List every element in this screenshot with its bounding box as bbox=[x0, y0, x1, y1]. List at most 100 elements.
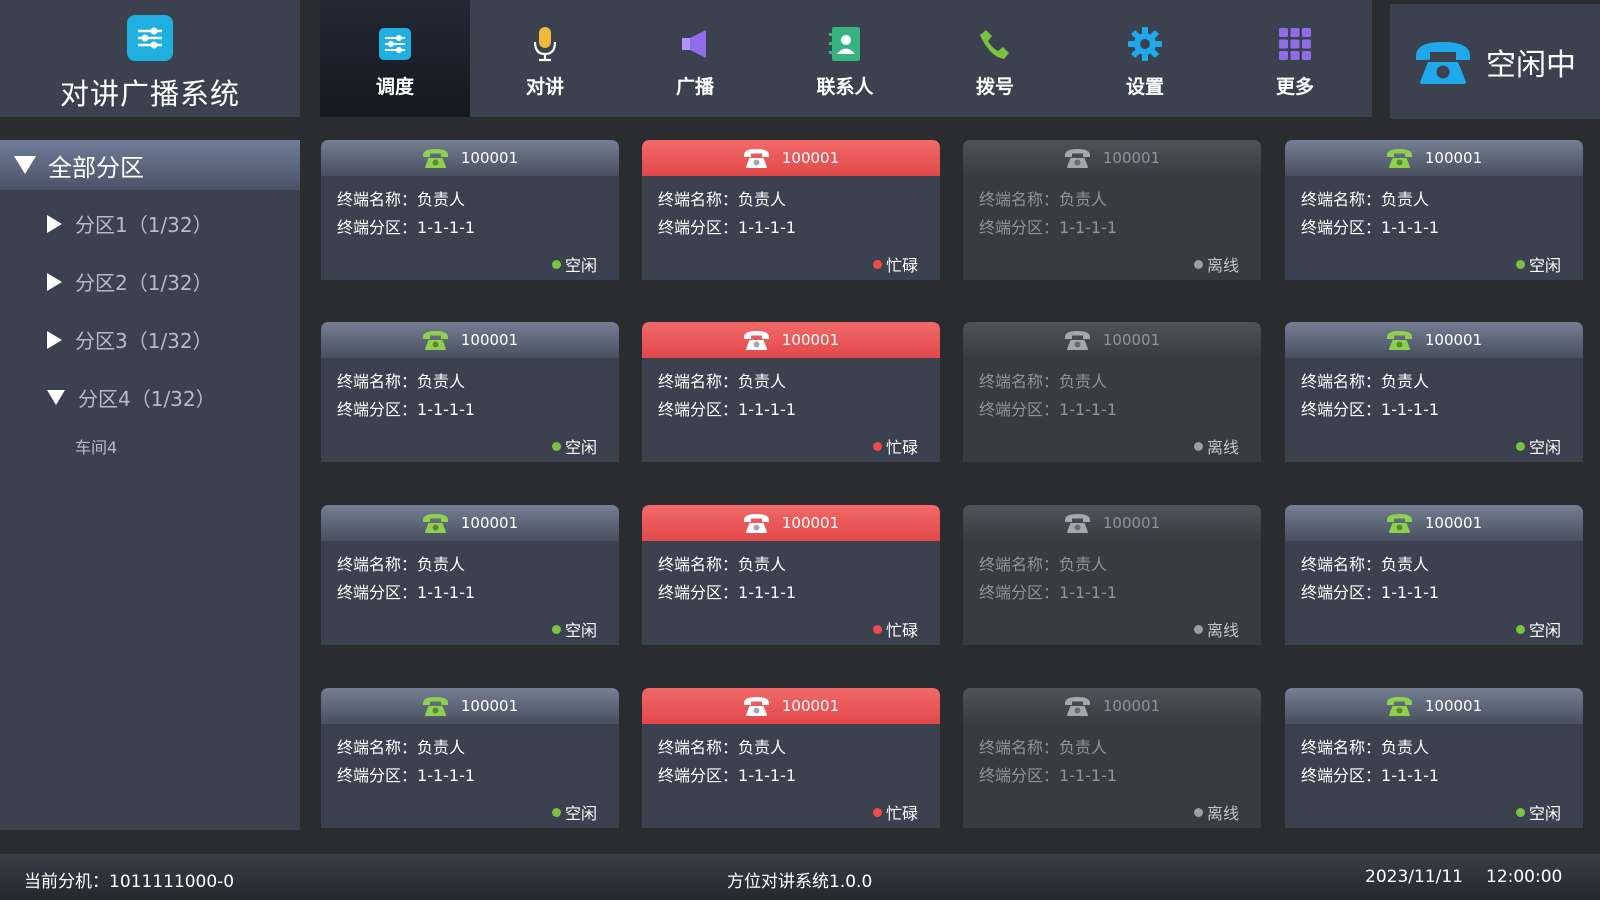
status-text: 空闲中 bbox=[1486, 47, 1576, 83]
terminal-zone-value: 1-1-1-1 bbox=[1059, 400, 1118, 419]
terminal-status: 空闲 bbox=[1515, 434, 1561, 458]
gear-icon bbox=[1125, 24, 1165, 64]
terminal-id: 100001 bbox=[460, 149, 519, 167]
telephone-icon bbox=[1064, 697, 1090, 716]
terminal-card[interactable]: 100001 终端名称：负责人 终端分区：1-1-1-1 忙碌 bbox=[642, 322, 940, 462]
terminal-card[interactable]: 100001 终端名称：负责人 终端分区：1-1-1-1 空闲 bbox=[1285, 505, 1583, 645]
terminal-zone-prefix: 终端分区： bbox=[1301, 218, 1382, 237]
status-dot-icon bbox=[551, 807, 561, 817]
terminal-name-value: 负责人 bbox=[1059, 190, 1108, 209]
telephone-icon bbox=[1064, 149, 1090, 168]
status-dot-icon bbox=[1193, 441, 1203, 451]
terminal-card[interactable]: 100001 终端名称：负责人 终端分区：1-1-1-1 空闲 bbox=[321, 140, 619, 280]
terminal-status: 离线 bbox=[1193, 800, 1239, 824]
terminal-zone-prefix: 终端分区： bbox=[1301, 766, 1382, 785]
terminal-zone-prefix: 终端分区： bbox=[337, 583, 418, 602]
terminal-name: 终端名称：负责人 bbox=[658, 186, 786, 210]
terminal-id: 100001 bbox=[1102, 149, 1161, 167]
speaker-icon bbox=[675, 24, 715, 64]
terminal-name-prefix: 终端名称： bbox=[658, 372, 739, 391]
terminal-card-header: 100001 bbox=[1285, 322, 1583, 358]
top-nav: 调度 对讲 广播 联系人 拨号 设置 更多 bbox=[320, 0, 1372, 117]
terminal-zone-prefix: 终端分区： bbox=[337, 218, 418, 237]
terminal-id: 100001 bbox=[1424, 697, 1483, 715]
terminal-name-value: 负责人 bbox=[417, 555, 466, 574]
zone-label: 分区1（1/32） bbox=[75, 213, 213, 237]
all-zones-header[interactable]: 全部分区 bbox=[0, 140, 300, 190]
nav-item-dial[interactable]: 拨号 bbox=[920, 0, 1070, 117]
terminal-card-header: 100001 bbox=[321, 322, 619, 358]
terminal-card[interactable]: 100001 终端名称：负责人 终端分区：1-1-1-1 空闲 bbox=[321, 688, 619, 828]
terminal-card[interactable]: 100001 终端名称：负责人终端分区：1-1-1-1 离线 bbox=[963, 140, 1261, 280]
dispatch-icon bbox=[375, 24, 415, 64]
terminal-id: 100001 bbox=[460, 514, 519, 532]
terminal-card-header: 100001 bbox=[963, 322, 1261, 358]
sidebar-item-zone3[interactable]: 分区3（1/32） bbox=[47, 325, 213, 354]
terminal-name: 终端名称：负责人 bbox=[658, 368, 786, 392]
terminal-card-header: 100001 bbox=[1285, 688, 1583, 724]
nav-item-intercom[interactable]: 对讲 bbox=[470, 0, 620, 117]
nav-item-more[interactable]: 更多 bbox=[1220, 0, 1370, 117]
terminal-name: 终端名称：负责人 bbox=[1301, 734, 1429, 758]
terminal-card[interactable]: 100001 终端名称：负责人 终端分区：1-1-1-1 离线 bbox=[963, 322, 1261, 462]
nav-item-broadcast[interactable]: 广播 bbox=[620, 0, 770, 117]
terminal-name: 终端名称：负责人 bbox=[337, 186, 465, 210]
terminal-zone-value: 1-1-1-1 bbox=[1381, 583, 1440, 602]
terminal-name-prefix: 终端名称： bbox=[337, 372, 418, 391]
terminal-zone-prefix: 终端分区： bbox=[658, 766, 739, 785]
telephone-icon bbox=[1386, 514, 1412, 533]
terminal-card[interactable]: 100001 终端名称：负责人 终端分区：1-1-1-1 忙碌 bbox=[642, 688, 940, 828]
app-title: 对讲广播系统 bbox=[59, 77, 240, 111]
terminal-zone: 终端分区：1-1-1-1 bbox=[979, 214, 1117, 238]
terminal-name: 终端名称：负责人 bbox=[979, 551, 1107, 575]
terminal-zone-prefix: 终端分区： bbox=[979, 583, 1060, 602]
terminal-name-prefix: 终端名称： bbox=[979, 190, 1060, 209]
terminal-card[interactable]: 100001 终端名称：负责人 终端分区：1-1-1-1 空闲 bbox=[321, 505, 619, 645]
terminal-card[interactable]: 100001 终端名称：负责人终端分区：1-1-1-1 空闲 bbox=[1285, 688, 1583, 828]
terminal-zone-prefix: 终端分区： bbox=[658, 583, 739, 602]
terminal-status-label: 空闲 bbox=[564, 621, 597, 640]
zone-label: 分区2（1/32） bbox=[75, 271, 213, 295]
sidebar-item-zone4[interactable]: 分区4（1/32） bbox=[47, 383, 216, 412]
terminal-zone-value: 1-1-1-1 bbox=[1381, 766, 1440, 785]
terminal-id: 100001 bbox=[460, 697, 519, 715]
terminal-zone-value: 1-1-1-1 bbox=[1059, 766, 1118, 785]
status-dot-icon bbox=[1515, 441, 1525, 451]
terminal-status: 空闲 bbox=[1515, 617, 1561, 641]
telephone-icon bbox=[422, 331, 448, 350]
terminal-card[interactable]: 100001 终端名称：负责人 终端分区：1-1-1-1 离线 bbox=[963, 688, 1261, 828]
nav-item-contacts[interactable]: 联系人 bbox=[770, 0, 920, 117]
terminal-zone: 终端分区：1-1-1-1 bbox=[337, 762, 475, 786]
terminal-card[interactable]: 100001 终端名称：负责人 终端分区：1-1-1-1 离线 bbox=[963, 505, 1261, 645]
expand-triangle-icon bbox=[47, 272, 62, 291]
terminal-card[interactable]: 100001 终端名称：负责人 终端分区：1-1-1-1 忙碌 bbox=[642, 140, 940, 280]
sidebar-item-zone1[interactable]: 分区1（1/32） bbox=[47, 209, 213, 238]
grid-icon bbox=[1275, 24, 1315, 64]
telephone-icon bbox=[743, 149, 769, 168]
terminal-zone: 终端分区：1-1-1-1 bbox=[337, 579, 475, 603]
nav-item-settings[interactable]: 设置 bbox=[1070, 0, 1220, 117]
sidebar-item-zone2[interactable]: 分区2（1/32） bbox=[47, 267, 213, 296]
nav-item-dispatch[interactable]: 调度 bbox=[320, 0, 470, 117]
terminal-card-header: 100001 bbox=[963, 505, 1261, 541]
status-dot-icon bbox=[1515, 807, 1525, 817]
terminal-status-label: 空闲 bbox=[1528, 804, 1561, 823]
telephone-icon bbox=[743, 331, 769, 350]
terminal-zone-value: 1-1-1-1 bbox=[1381, 400, 1440, 419]
terminal-card[interactable]: 100001 终端名称：负责人 终端分区：1-1-1-1 空闲 bbox=[1285, 140, 1583, 280]
terminal-status-label: 离线 bbox=[1206, 256, 1239, 275]
terminal-name: 终端名称：负责人 bbox=[979, 368, 1107, 392]
terminal-zone-value: 1-1-1-1 bbox=[1059, 583, 1118, 602]
collapse-triangle-icon bbox=[14, 156, 36, 174]
nav-label: 调度 bbox=[375, 76, 414, 98]
terminal-card[interactable]: 100001 终端名称：负责人 终端分区：1-1-1-1 忙碌 bbox=[642, 505, 940, 645]
sidebar-subitem-workshop4[interactable]: 车间4 bbox=[75, 434, 117, 458]
terminal-name-prefix: 终端名称： bbox=[1301, 555, 1382, 574]
terminal-card[interactable]: 100001 终端名称：负责人 终端分区：1-1-1-1 空闲 bbox=[1285, 322, 1583, 462]
terminal-zone-prefix: 终端分区： bbox=[1301, 400, 1382, 419]
terminal-zone: 终端分区：1-1-1-1 bbox=[979, 396, 1117, 420]
terminal-card[interactable]: 100001 终端名称：负责人 终端分区：1-1-1-1 空闲 bbox=[321, 322, 619, 462]
status-dot-icon bbox=[1515, 259, 1525, 269]
terminal-card-header: 100001 bbox=[321, 140, 619, 176]
telephone-icon bbox=[1386, 149, 1412, 168]
